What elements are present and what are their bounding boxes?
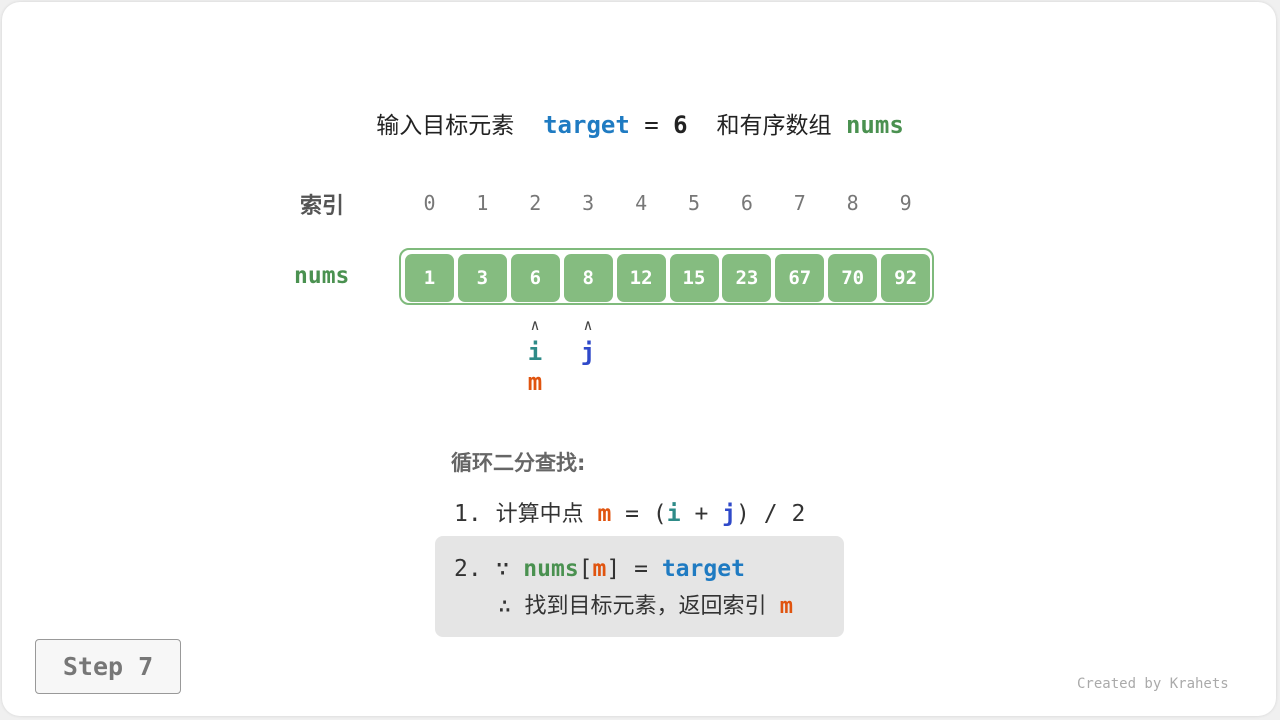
array-cell: 8: [563, 254, 613, 302]
array-cell: 15: [669, 254, 719, 302]
array-cell: 1: [405, 254, 454, 302]
headline-equals: =: [644, 111, 659, 139]
step-1-equals: =: [625, 501, 640, 527]
array-cell: 67: [775, 254, 825, 302]
index-label: 6: [740, 191, 753, 215]
step-1-divide: / 2: [763, 501, 806, 527]
array-cell: 70: [828, 254, 878, 302]
index-label: 4: [635, 191, 648, 215]
step-2-rbracket: ]: [606, 556, 621, 582]
pointer-i-arrow-icon: ∧: [530, 316, 540, 334]
therefore-icon: ∴: [498, 594, 512, 619]
array-cell: 23: [722, 254, 772, 302]
credit-text: Created by Krahets: [1077, 676, 1229, 692]
index-label: 9: [899, 191, 912, 215]
headline: 输入目标元素 target = 6 和有序数组 nums: [0, 108, 1280, 143]
loop-step-2-conclusion: ∴ 找到目标元素，返回索引 m: [498, 590, 793, 624]
index-label: 2: [529, 191, 542, 215]
loop-step-2: 2. ∵ nums[m] = target: [454, 552, 745, 586]
step-2-return-m: m: [779, 594, 794, 619]
step-1-m: m: [597, 501, 612, 527]
loop-step-1: 1. 计算中点 m = (i + j) / 2: [454, 497, 805, 532]
index-label: 7: [793, 191, 806, 215]
pointer-j-arrow-icon: ∧: [583, 316, 593, 334]
step-2-lbracket: [: [578, 556, 593, 582]
step-2-conclusion-text: 找到目标元素，返回索引: [524, 594, 767, 619]
array-cell: 6: [510, 254, 560, 302]
index-label: 3: [582, 191, 595, 215]
headline-target-keyword: target: [543, 111, 630, 139]
step-1-lparen: (: [652, 501, 667, 527]
pointer-i: i: [527, 338, 543, 366]
pointer-m: m: [527, 368, 543, 396]
step-1-text: 计算中点: [495, 502, 584, 527]
array-cell: 3: [457, 254, 507, 302]
step-1-number: 1.: [454, 501, 482, 527]
step-1-plus: +: [694, 501, 709, 527]
nums-row-label: nums: [294, 263, 350, 289]
loop-title: 循环二分查找:: [451, 451, 586, 475]
headline-nums-keyword: nums: [845, 111, 904, 139]
index-label: 8: [846, 191, 859, 215]
index-label: 1: [476, 191, 489, 215]
headline-prefix: 输入目标元素: [376, 113, 515, 139]
index-row-label: 索引: [300, 194, 345, 219]
step-1-rparen: ): [736, 501, 750, 527]
step-2-number: 2.: [454, 556, 482, 582]
array-cell: 92: [881, 254, 931, 302]
headline-middle: 和有序数组: [716, 113, 832, 139]
nums-array: 1 3 6 8 12 15 23 67 70 92: [399, 248, 934, 305]
step-2-target: target: [661, 556, 745, 582]
step-2-nums: nums: [523, 556, 579, 582]
pointer-j: j: [580, 338, 596, 366]
step-2-m: m: [592, 556, 607, 582]
step-button[interactable]: Step 7: [35, 639, 181, 694]
headline-target-value: 6: [673, 111, 688, 139]
step-1-i: i: [666, 501, 681, 527]
index-label: 5: [687, 191, 701, 215]
array-cell: 12: [616, 254, 666, 302]
because-icon: ∵: [495, 556, 510, 582]
step-1-j: j: [722, 501, 737, 527]
step-2-equals: =: [634, 556, 648, 582]
index-label: 0: [423, 191, 436, 215]
